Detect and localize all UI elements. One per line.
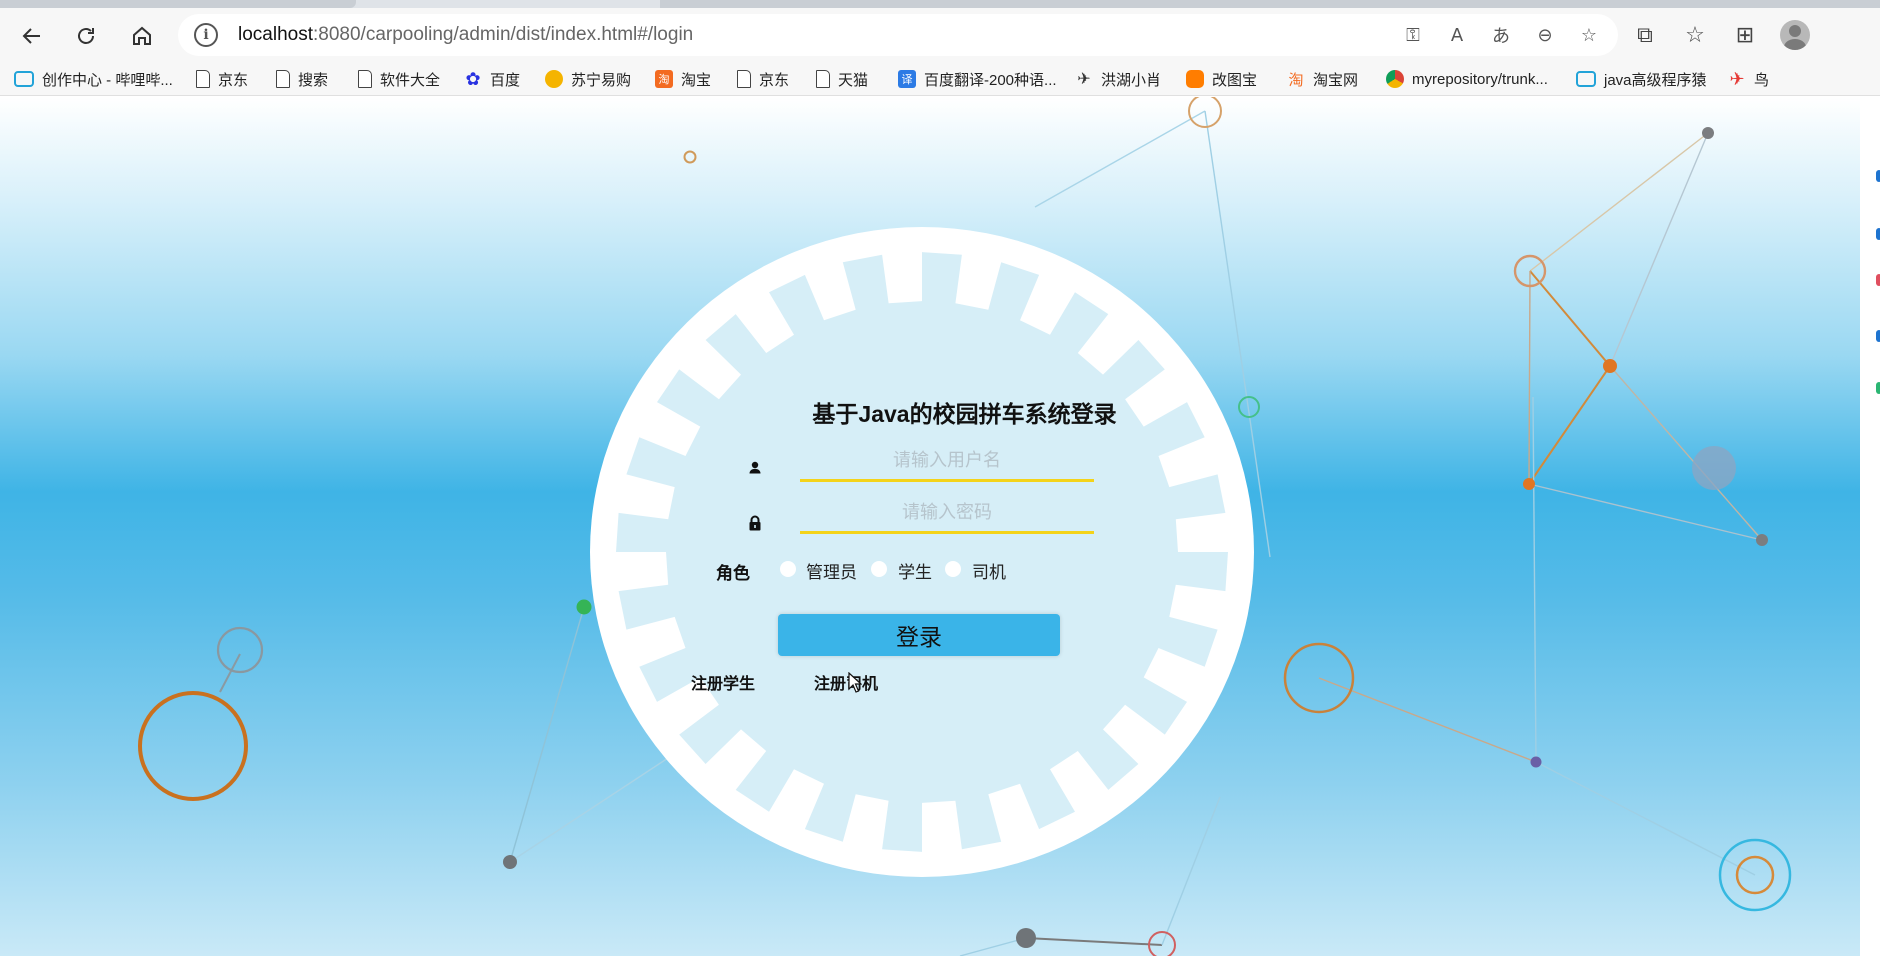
bookmark-item[interactable]: 译百度翻译-200种语... <box>898 62 1057 96</box>
bookmarks-bar: 创作中心 - 哔哩哔... 京东 搜索 软件大全 ✿ 百度 苏宁易购淘淘宝 京东 天猫译百度翻译… <box>0 62 1880 96</box>
login-form: 基于Java的校园拼车系统登录 角色 管理员 学生 司机 登录 注册学生 注册司… <box>0 97 1860 956</box>
bookmark-label: 淘宝网 <box>1313 71 1359 89</box>
username-input[interactable] <box>800 442 1094 478</box>
username-field[interactable] <box>800 442 1094 482</box>
login-button[interactable]: 登录 <box>778 614 1060 656</box>
extensions-icon[interactable]: ⧉ <box>1630 20 1660 50</box>
baidu-paw-icon: ✿ <box>465 68 481 89</box>
home-icon <box>133 26 151 45</box>
suning-lion-icon <box>545 70 563 88</box>
role-radio-student[interactable] <box>871 561 887 577</box>
role-option-student: 学生 <box>898 563 932 583</box>
key-icon[interactable]: ⚿ <box>1400 22 1426 48</box>
sidebar-app-icon[interactable] <box>1876 228 1880 240</box>
register-driver-link[interactable]: 注册司机 <box>814 670 878 694</box>
sidebar-app-icon[interactable] <box>1876 382 1880 394</box>
role-option-driver: 司机 <box>972 563 1006 583</box>
gaitubao-icon <box>1186 70 1204 88</box>
bookmark-label: 改图宝 <box>1212 71 1258 89</box>
reload-icon <box>78 28 94 44</box>
back-button[interactable] <box>12 16 52 56</box>
bookmark-label: 创作中心 - 哔哩哔... <box>42 71 173 89</box>
favorites-icon[interactable]: ☆ <box>1680 20 1710 50</box>
zoom-out-icon[interactable]: ⊖ <box>1532 22 1558 48</box>
bookmark-item[interactable]: 京东 <box>737 62 789 96</box>
login-page: 基于Java的校园拼车系统登录 角色 管理员 学生 司机 登录 注册学生 注册司… <box>0 97 1860 956</box>
profile-avatar[interactable] <box>1780 20 1810 50</box>
bookmark-item[interactable]: ✈ 洪湖小肖 <box>1075 62 1161 96</box>
url-host: localhost <box>238 24 313 45</box>
bilibili-tv-icon <box>14 71 34 87</box>
password-input[interactable] <box>800 494 1094 530</box>
bookmark-label: 天猫 <box>838 71 869 89</box>
bookmark-label: java高级程序猿 <box>1604 71 1707 89</box>
tab-bar-area <box>660 0 1880 8</box>
home-button[interactable] <box>122 16 162 56</box>
bookmark-label: 洪湖小肖 <box>1101 71 1162 89</box>
user-icon <box>749 461 761 474</box>
collections-icon[interactable]: ⊞ <box>1730 20 1760 50</box>
bookmark-item[interactable]: 天猫 <box>816 62 868 96</box>
bookmark-label: 京东 <box>759 71 790 89</box>
page-scrollbar[interactable] <box>1860 97 1880 956</box>
tab-strip <box>0 0 1880 8</box>
bookmark-label: 软件大全 <box>380 71 441 89</box>
address-bar[interactable]: i localhost:8080/carpooling/admin/dist/i… <box>178 14 1618 56</box>
mouse-cursor-icon <box>848 672 862 693</box>
page-icon <box>358 70 372 88</box>
site-info-icon[interactable]: i <box>194 23 218 47</box>
bookmark-item[interactable]: 创作中心 - 哔哩哔... <box>14 62 173 96</box>
bookmark-item[interactable]: ✿ 百度 <box>464 62 520 96</box>
back-arrow-icon <box>22 28 40 44</box>
translate-icon[interactable]: あ <box>1488 22 1514 48</box>
register-student-link[interactable]: 注册学生 <box>691 670 755 694</box>
bookmark-item[interactable]: myrepository/trunk... <box>1386 62 1548 96</box>
sidebar-app-icon[interactable] <box>1876 274 1880 286</box>
page-icon <box>196 70 210 88</box>
page-icon <box>276 70 290 88</box>
page-title: 基于Java的校园拼车系统登录 <box>812 401 1117 427</box>
browser-toolbar: i localhost:8080/carpooling/admin/dist/i… <box>0 8 1880 62</box>
bookmark-label: myrepository/trunk... <box>1412 70 1548 88</box>
bookmark-label: 百度 <box>490 71 521 89</box>
lock-icon <box>749 515 761 531</box>
bilibili-tv-icon <box>1576 71 1596 87</box>
read-aloud-icon[interactable]: A <box>1444 22 1470 48</box>
sidebar-app-icon[interactable] <box>1876 330 1880 342</box>
reload-button[interactable] <box>66 16 106 56</box>
role-radio-driver[interactable] <box>945 561 961 577</box>
role-label: 角色 <box>716 564 750 584</box>
sidebar-app-icon[interactable] <box>1876 170 1880 182</box>
bookmark-label: 鸟 <box>1754 71 1770 89</box>
bookmark-item[interactable]: ✈ 鸟 <box>1728 62 1769 96</box>
page-icon <box>816 70 830 88</box>
bookmark-item[interactable]: 软件大全 <box>358 62 440 96</box>
page-icon <box>737 70 751 88</box>
bookmark-item[interactable]: 搜索 <box>276 62 328 96</box>
favorite-add-icon[interactable]: ☆ <box>1576 22 1602 48</box>
bookmark-item[interactable]: 京东 <box>196 62 248 96</box>
baidu-translate-icon: 译 <box>898 70 916 88</box>
bookmark-item[interactable]: 淘淘宝 <box>655 62 711 96</box>
bookmark-item[interactable]: 淘淘宝网 <box>1287 62 1358 96</box>
taobao-icon: 淘 <box>1288 71 1304 89</box>
bird-red-icon: ✈ <box>1729 68 1745 89</box>
active-tab[interactable] <box>0 0 356 8</box>
taobao-icon: 淘 <box>655 70 673 88</box>
password-field[interactable] <box>800 494 1094 534</box>
bookmark-label: 苏宁易购 <box>571 71 632 89</box>
url-text[interactable]: localhost:8080/carpooling/admin/dist/ind… <box>238 24 693 46</box>
bookmark-label: 搜索 <box>298 71 329 89</box>
bookmark-item[interactable]: 改图宝 <box>1186 62 1257 96</box>
url-path: :8080/carpooling/admin/dist/index.html#/… <box>313 24 694 45</box>
bookmark-item[interactable]: 苏宁易购 <box>545 62 631 96</box>
role-radio-admin[interactable] <box>780 561 796 577</box>
chrome-icon <box>1386 70 1404 88</box>
bookmark-label: 京东 <box>218 71 249 89</box>
bookmark-item[interactable]: java高级程序猿 <box>1576 62 1707 96</box>
bird-icon: ✈ <box>1077 71 1091 88</box>
bookmark-label: 淘宝 <box>681 71 712 89</box>
bookmark-label: 百度翻译-200种语... <box>924 71 1057 89</box>
role-option-admin: 管理员 <box>806 563 857 583</box>
